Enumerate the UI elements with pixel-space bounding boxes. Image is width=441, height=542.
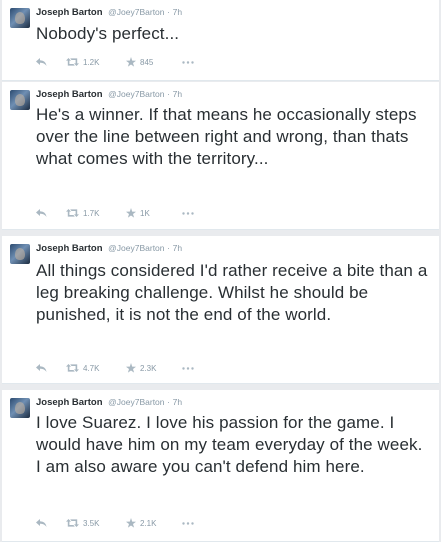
tweet-text: Nobody's perfect... <box>36 24 180 43</box>
reply-button[interactable] <box>36 209 66 217</box>
tweet-header: Joseph Barton @Joey7Barton · 7h <box>36 89 182 100</box>
more-button[interactable] <box>182 366 202 370</box>
retweet-icon <box>66 519 79 527</box>
reply-icon <box>36 364 47 372</box>
author-name[interactable]: Joseph Barton <box>36 397 103 408</box>
separator: · <box>167 7 170 17</box>
retweet-icon <box>66 209 79 217</box>
star-icon <box>126 208 136 218</box>
more-dots-icon <box>182 366 194 370</box>
avatar[interactable] <box>10 244 30 264</box>
tweet-text: He's a winner. If that means he occasion… <box>36 105 417 168</box>
author-handle[interactable]: @Joey7Barton <box>108 7 164 17</box>
avatar[interactable] <box>10 8 30 28</box>
separator: · <box>167 397 170 407</box>
tweet[interactable]: Joseph Barton @Joey7Barton · 7h All thin… <box>2 236 439 384</box>
tweet-text: All things considered I'd rather receive… <box>36 261 428 324</box>
author-handle[interactable]: @Joey7Barton <box>108 243 164 253</box>
tweet-header: Joseph Barton @Joey7Barton · 7h <box>36 243 182 254</box>
retweet-count: 4.7K <box>83 363 100 373</box>
reply-icon <box>36 58 47 66</box>
timestamp[interactable]: 7h <box>173 89 182 99</box>
reply-icon <box>36 209 47 217</box>
retweet-button[interactable]: 1.7K <box>66 209 126 218</box>
tweet-feed: Joseph Barton @Joey7Barton · 7h Nobody's… <box>2 0 439 542</box>
author-name[interactable]: Joseph Barton <box>36 243 103 254</box>
separator: · <box>167 243 170 253</box>
favorite-count: 2.3K <box>140 363 157 373</box>
timestamp[interactable]: 7h <box>173 7 182 17</box>
tweet[interactable]: Joseph Barton @Joey7Barton · 7h I love S… <box>2 390 439 542</box>
timestamp[interactable]: 7h <box>173 397 182 407</box>
tweet[interactable]: Joseph Barton @Joey7Barton · 7h Nobody's… <box>2 0 439 81</box>
star-icon <box>126 363 136 373</box>
favorite-count: 845 <box>140 57 154 67</box>
star-icon <box>126 518 136 528</box>
retweet-button[interactable]: 3.5K <box>66 519 126 528</box>
separator: · <box>167 89 170 99</box>
favorite-count: 2.1K <box>140 518 157 528</box>
favorite-button[interactable]: 2.3K <box>126 363 182 373</box>
tweet-actions: 1.2K 845 <box>36 57 202 67</box>
retweet-icon <box>66 364 79 372</box>
author-name[interactable]: Joseph Barton <box>36 89 103 100</box>
retweet-count: 1.7K <box>83 208 100 218</box>
more-dots-icon <box>182 211 194 215</box>
author-handle[interactable]: @Joey7Barton <box>108 89 164 99</box>
reply-button[interactable] <box>36 58 66 66</box>
avatar[interactable] <box>10 90 30 110</box>
tweet-actions: 4.7K 2.3K <box>36 363 202 373</box>
tweet-header: Joseph Barton @Joey7Barton · 7h <box>36 7 182 18</box>
more-button[interactable] <box>182 211 202 215</box>
retweet-count: 1.2K <box>83 57 100 67</box>
author-handle[interactable]: @Joey7Barton <box>108 397 164 407</box>
favorite-count: 1K <box>140 208 150 218</box>
more-dots-icon <box>182 60 194 64</box>
retweet-button[interactable]: 4.7K <box>66 364 126 373</box>
star-icon <box>126 57 136 67</box>
reply-button[interactable] <box>36 519 66 527</box>
retweet-icon <box>66 58 79 66</box>
reply-icon <box>36 519 47 527</box>
retweet-button[interactable]: 1.2K <box>66 58 126 67</box>
tweet-actions: 1.7K 1K <box>36 208 202 218</box>
favorite-button[interactable]: 1K <box>126 208 182 218</box>
retweet-count: 3.5K <box>83 518 100 528</box>
more-button[interactable] <box>182 60 202 64</box>
timestamp[interactable]: 7h <box>173 243 182 253</box>
reply-button[interactable] <box>36 364 66 372</box>
tweet-header: Joseph Barton @Joey7Barton · 7h <box>36 397 182 408</box>
avatar[interactable] <box>10 398 30 418</box>
more-button[interactable] <box>182 521 202 525</box>
tweet-text: I love Suarez. I love his passion for th… <box>36 413 423 476</box>
tweet-actions: 3.5K 2.1K <box>36 518 202 528</box>
more-dots-icon <box>182 521 194 525</box>
author-name[interactable]: Joseph Barton <box>36 7 103 18</box>
favorite-button[interactable]: 2.1K <box>126 518 182 528</box>
favorite-button[interactable]: 845 <box>126 57 182 67</box>
tweet[interactable]: Joseph Barton @Joey7Barton · 7h He's a w… <box>2 82 439 230</box>
